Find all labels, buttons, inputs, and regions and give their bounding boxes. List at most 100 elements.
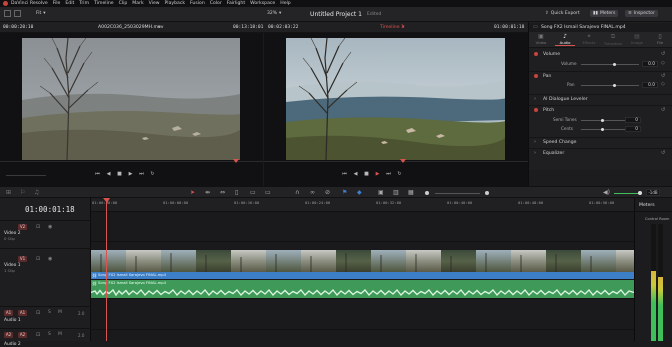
reset-icon[interactable]: ↺ — [661, 150, 665, 156]
keyframe-icon[interactable]: ◇ — [661, 81, 665, 87]
menu-fusion[interactable]: Fusion — [190, 1, 205, 6]
timeline-name[interactable]: Timeline 1 — [380, 25, 404, 30]
track-v2-badge[interactable]: V2 — [18, 224, 27, 230]
eye-icon[interactable]: ◉ — [48, 256, 52, 262]
trim-tool-icon[interactable]: ⇹ — [205, 189, 210, 196]
mute-icon[interactable]: M — [58, 332, 62, 337]
source-scrub-bar[interactable] — [0, 161, 263, 162]
video-clip-v1[interactable] — [91, 250, 634, 272]
solo-icon[interactable]: S — [48, 332, 51, 337]
ai-dialogue-section[interactable]: › AI Dialogue Leveler — [529, 94, 672, 103]
chevron-down-icon[interactable]: ▾ — [402, 24, 405, 30]
track-header-a1[interactable]: A1 A1 Audio 1 ⊡ S M 2.0 — [0, 306, 91, 328]
pitch-section-header[interactable]: Pitch ↺ — [529, 105, 672, 114]
lock-icon[interactable]: ⊡ — [36, 332, 40, 338]
loop-icon[interactable]: ↻ — [397, 172, 402, 177]
play-icon[interactable]: ▶ — [128, 172, 133, 177]
menu-clip[interactable]: Clip — [119, 1, 128, 6]
zoom-detail-icon[interactable]: ▥ — [393, 189, 399, 196]
play-reverse-icon[interactable]: ◀ — [353, 172, 358, 177]
timeline-zoom-slider[interactable] — [435, 193, 480, 194]
overwrite-icon[interactable]: ▭ — [265, 189, 271, 196]
master-volume-value[interactable]: -1dB — [646, 189, 660, 196]
play-reverse-icon[interactable]: ◀ — [106, 172, 111, 177]
position-lock-icon[interactable]: ⊘ — [325, 189, 330, 196]
mute-icon[interactable]: M — [58, 310, 62, 315]
menu-trim[interactable]: Trim — [79, 1, 89, 6]
skip-end-icon[interactable]: ⏭ — [386, 172, 391, 177]
dynamic-trim-icon[interactable]: ⇔ — [220, 189, 225, 196]
reset-icon[interactable]: ↺ — [661, 107, 665, 113]
menu-edit[interactable]: Edit — [65, 1, 74, 6]
lock-icon[interactable]: ⊡ — [36, 224, 40, 230]
timeline-tracks[interactable]: 01:00:00:00 01:00:08:00 01:00:16:00 01:0… — [91, 198, 634, 341]
solo-icon[interactable]: S — [48, 310, 51, 315]
volume-section-header[interactable]: Volume ↺ — [529, 50, 672, 59]
tab-image[interactable]: ▤ Image — [627, 33, 647, 45]
pitch-enable-toggle[interactable] — [534, 108, 541, 114]
menu-app[interactable]: DaVinci Resolve — [11, 1, 48, 6]
track-a2-badge[interactable]: A2 — [18, 332, 27, 338]
audio-clip-a1[interactable]: ⛓ Song FX2 Ismail Sarajevo FINAL.mp4 — [91, 280, 634, 298]
skip-start-icon[interactable]: ⏮ — [95, 172, 100, 177]
menu-mark[interactable]: Mark — [132, 1, 143, 6]
tab-audio[interactable]: ♪ Audio — [555, 33, 575, 46]
link-icon[interactable]: ∞ — [310, 189, 315, 196]
track-v1-badge[interactable]: V1 — [18, 256, 27, 262]
menu-fairlight[interactable]: Fairlight — [227, 1, 245, 6]
volume-enable-toggle[interactable] — [534, 52, 541, 58]
source-playhead-icon[interactable] — [233, 159, 239, 163]
zoom-out-icon[interactable] — [425, 191, 429, 195]
pan-enable-toggle[interactable] — [534, 74, 541, 80]
menu-workspace[interactable]: Workspace — [250, 1, 275, 6]
zoom-full-icon[interactable]: ▣ — [378, 189, 384, 196]
play-icon[interactable]: ▶ — [375, 172, 380, 177]
tab-effects[interactable]: ✦ Effects — [579, 33, 599, 45]
track-a1-badge[interactable]: A1 — [18, 310, 27, 316]
track-a2-source-badge[interactable]: A2 — [4, 332, 13, 338]
stop-icon[interactable]: ■ — [117, 172, 122, 177]
tab-file[interactable]: ▯ File — [650, 33, 670, 45]
meters-button[interactable]: ▮▮ Meters — [590, 10, 619, 17]
zoom-in-icon[interactable] — [485, 191, 489, 195]
zoom-custom-icon[interactable]: ▦ — [408, 189, 414, 196]
insert-icon[interactable]: ▭ — [250, 189, 256, 196]
reset-icon[interactable]: ↺ — [661, 73, 665, 79]
timeline-playhead-icon[interactable] — [400, 159, 406, 163]
cents-value-field[interactable]: 0 — [625, 126, 641, 132]
pan-slider[interactable] — [581, 84, 639, 87]
tab-transition[interactable]: ⧉ Transition — [603, 33, 623, 46]
skip-end-icon[interactable]: ⏭ — [139, 172, 144, 177]
keyframe-icon[interactable]: ◇ — [661, 60, 665, 66]
track-header-a2[interactable]: A2 A2 ⊡ S M 2.0 — [0, 328, 91, 341]
track-a1-source-badge[interactable]: A1 — [4, 310, 13, 316]
track-header-v1[interactable]: V1 Video 1 1 Clip ⊡ ◉ — [0, 248, 91, 273]
selection-tool-icon[interactable]: ➤ — [190, 189, 195, 196]
playhead-marker-icon[interactable] — [103, 198, 110, 203]
timeline-playhead[interactable] — [106, 198, 107, 341]
timeline-scrub-bar[interactable] — [264, 161, 528, 162]
eye-icon[interactable]: ◉ — [48, 224, 52, 230]
layout-icon[interactable]: ⊞ — [6, 189, 11, 196]
menu-file[interactable]: File — [53, 1, 61, 6]
reset-icon[interactable]: ↺ — [661, 51, 665, 57]
flag-icon[interactable]: ⚐ — [20, 189, 25, 196]
pan-value-field[interactable]: 0.0 — [642, 82, 658, 88]
chevron-down-icon[interactable]: ▾ — [158, 24, 161, 30]
volume-slider[interactable] — [581, 63, 639, 66]
menu-timeline[interactable]: Timeline — [94, 1, 114, 6]
menu-view[interactable]: View — [149, 1, 160, 6]
marker-icon[interactable]: ◆ — [357, 189, 362, 196]
track-header-v2[interactable]: V2 Video 2 0 Clip ⊡ ◉ — [0, 220, 91, 241]
volume-value-field[interactable]: 0.0 — [642, 61, 658, 67]
source-clip-name[interactable]: A002C036_2503029MH.mov — [98, 25, 163, 30]
skip-start-icon[interactable]: ⏮ — [342, 172, 347, 177]
lock-icon[interactable]: ⊡ — [36, 310, 40, 316]
snapping-icon[interactable]: ∩ — [295, 189, 299, 196]
source-video-frame[interactable] — [22, 38, 240, 160]
speaker-icon[interactable]: ◀) — [603, 189, 610, 196]
inspector-button[interactable]: ≡ Inspector — [625, 10, 658, 17]
blade-tool-icon[interactable]: ▯ — [235, 189, 238, 196]
quick-export-button[interactable]: ⇪ Quick Export — [545, 11, 580, 16]
stop-icon[interactable]: ■ — [364, 172, 369, 177]
